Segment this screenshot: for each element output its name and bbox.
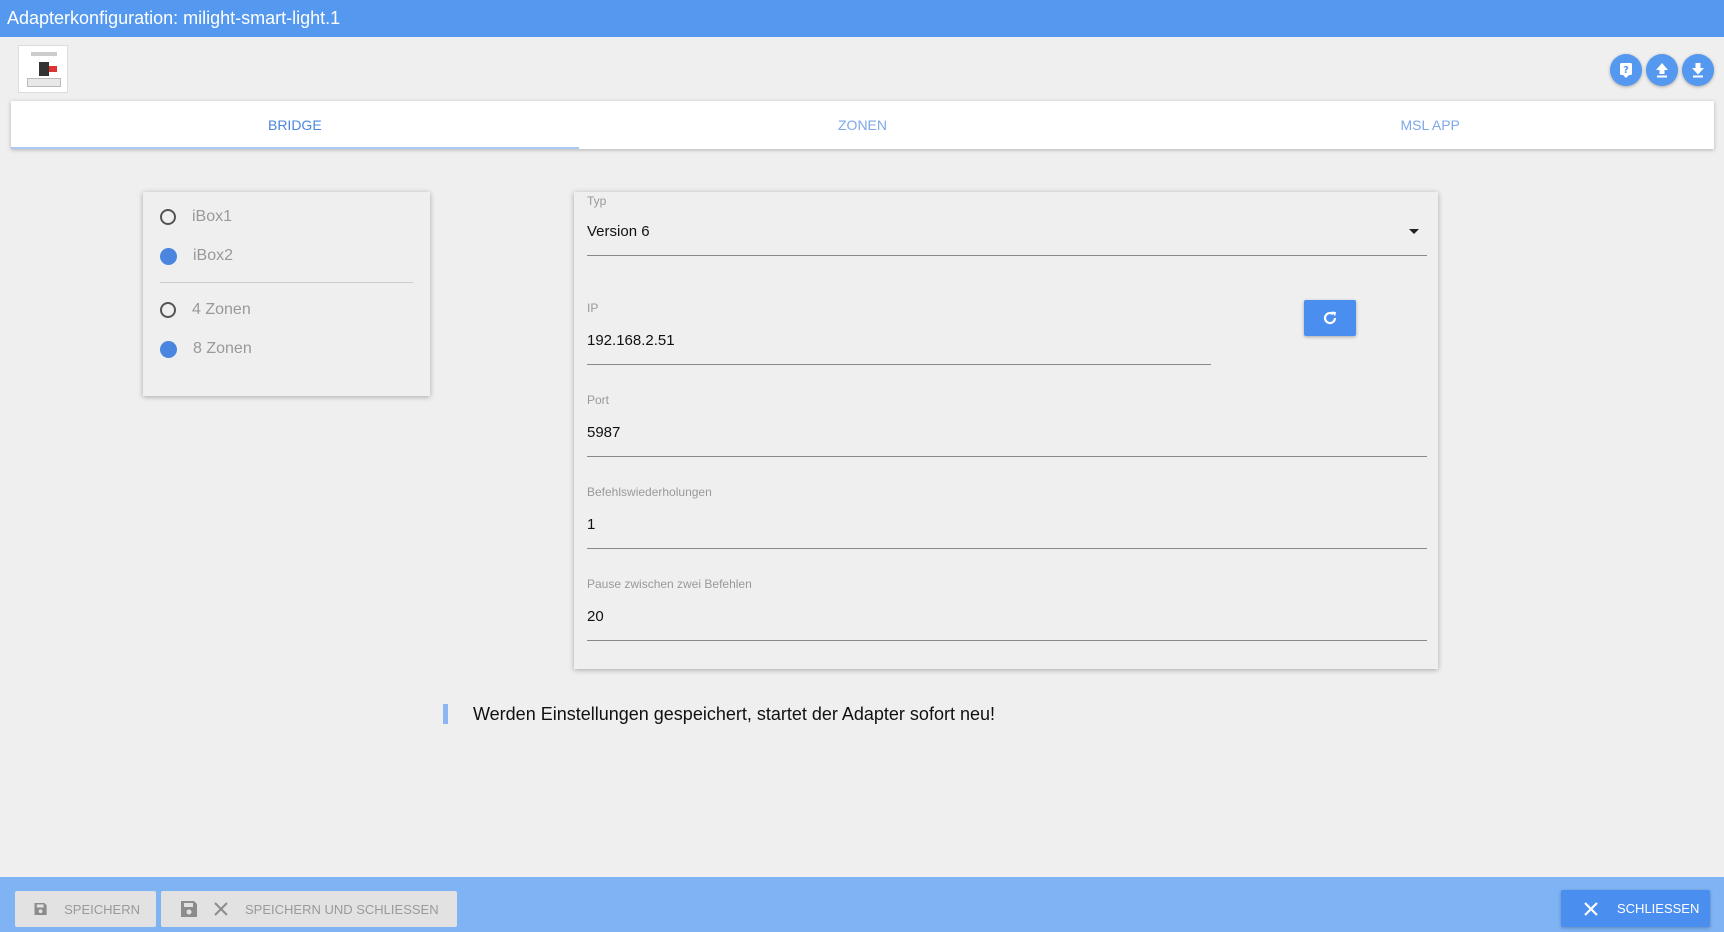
radio-ibox2[interactable]: iBox2	[160, 244, 233, 268]
radio-button[interactable]	[160, 247, 177, 265]
refresh-icon	[1323, 311, 1337, 325]
ip-label: IP	[587, 301, 599, 315]
radio-button[interactable]	[160, 209, 176, 225]
radio-8-zonen[interactable]: 8 Zonen	[160, 337, 252, 361]
close-icon	[214, 902, 228, 916]
tab-msl-app[interactable]: MSL APP	[1146, 101, 1714, 149]
repeats-underline	[587, 548, 1427, 549]
repeats-label: Befehlswiederholungen	[587, 485, 712, 499]
svg-text:?: ?	[1623, 65, 1629, 76]
close-icon	[1584, 901, 1598, 916]
ip-field[interactable]: 192.168.2.51	[587, 332, 675, 349]
footer-bar: SPEICHERN SPEICHERN UND SCHLIESSEN SCHLI…	[0, 877, 1724, 932]
ip-underline	[587, 364, 1211, 365]
window-title-bar: Adapterkonfiguration: milight-smart-ligh…	[0, 0, 1724, 37]
pause-underline	[587, 640, 1427, 641]
save-and-close-label: SPEICHERN UND SCHLIESSEN	[245, 901, 439, 917]
tab-bridge[interactable]: BRIDGE	[11, 101, 579, 149]
adapter-logo	[18, 45, 68, 93]
help-icon: ?	[1620, 63, 1632, 78]
typ-label: Typ	[587, 194, 607, 208]
close-label: SCHLIESSEN	[1617, 901, 1700, 916]
notice-text: Werden Einstellungen gespeichert, starte…	[473, 703, 995, 724]
bridge-settings-card: Typ Version 6 IP 192.168.2.51 Port 5987 …	[574, 192, 1438, 669]
upload-icon	[1656, 63, 1668, 78]
download-icon	[1692, 63, 1704, 78]
radio-4-zonen[interactable]: 4 Zonen	[160, 298, 251, 322]
save-icon	[34, 902, 47, 916]
radio-label: iBox1	[192, 208, 233, 225]
restart-notice: Werden Einstellungen gespeichert, starte…	[443, 703, 995, 725]
radio-label: 4 Zonen	[192, 301, 251, 318]
typ-underline	[587, 255, 1427, 256]
save-button[interactable]: SPEICHERN	[15, 891, 156, 927]
window-title: Adapterkonfiguration: milight-smart-ligh…	[7, 8, 341, 28]
radio-button[interactable]	[160, 340, 177, 358]
radio-button[interactable]	[160, 302, 176, 318]
save-icon	[181, 901, 197, 917]
radio-label: iBox2	[193, 247, 234, 264]
notice-bar	[443, 704, 448, 724]
divider	[160, 282, 413, 283]
repeats-field[interactable]: 1	[587, 516, 595, 533]
pause-field[interactable]: 20	[587, 608, 604, 625]
help-button[interactable]: ?	[1610, 54, 1642, 86]
radio-label: 8 Zonen	[193, 340, 252, 357]
download-button[interactable]	[1682, 54, 1714, 86]
save-and-close-button[interactable]: SPEICHERN UND SCHLIESSEN	[161, 891, 457, 927]
chevron-down-icon[interactable]	[1409, 229, 1419, 234]
close-button[interactable]: SCHLIESSEN	[1561, 890, 1710, 927]
port-field[interactable]: 5987	[587, 424, 620, 441]
radio-ibox1[interactable]: iBox1	[160, 205, 232, 229]
tab-bar: BRIDGE ZONEN MSL APP	[11, 101, 1714, 149]
refresh-ip-button[interactable]	[1304, 300, 1356, 336]
tab-zonen[interactable]: ZONEN	[579, 101, 1147, 149]
typ-select[interactable]: Version 6	[587, 223, 650, 240]
port-label: Port	[587, 393, 610, 407]
bridge-options-card: iBox1 iBox2 4 Zonen 8 Zonen	[143, 192, 430, 396]
save-label: SPEICHERN	[64, 901, 140, 917]
port-underline	[587, 456, 1427, 457]
upload-button[interactable]	[1646, 54, 1678, 86]
pause-label: Pause zwischen zwei Befehlen	[587, 577, 752, 591]
